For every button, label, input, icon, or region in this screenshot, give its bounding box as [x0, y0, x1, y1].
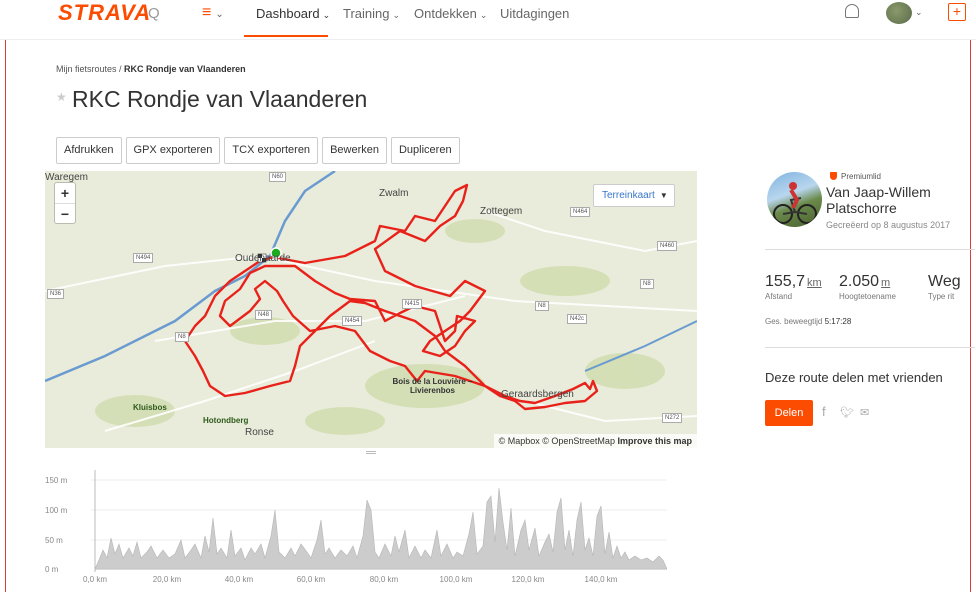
stat-ride-type: Weg Type rit: [928, 273, 961, 301]
print-button[interactable]: Afdrukken: [56, 137, 122, 164]
nav-training[interactable]: Training ⌄: [343, 6, 400, 21]
edit-button[interactable]: Bewerken: [322, 137, 387, 164]
upload-plus-button[interactable]: +: [948, 3, 966, 21]
share-heading: Deze route delen met vrienden: [765, 370, 943, 385]
user-avatar[interactable]: [886, 2, 912, 24]
breadcrumb: Mijn fietsroutes / RKC Rondje van Vlaand…: [56, 64, 246, 74]
map-place-label: Geraardsbergen: [501, 389, 574, 400]
map-layer-select[interactable]: Terreinkaart ▼: [593, 184, 675, 207]
improve-map-link[interactable]: Improve this map: [617, 436, 692, 446]
divider: [765, 249, 975, 250]
twitter-icon[interactable]: 🐦︎: [840, 406, 854, 419]
chevron-down-icon: ⌄: [392, 10, 401, 20]
star-icon[interactable]: ★: [56, 90, 67, 104]
stat-distance: 155,7 km Afstand: [765, 273, 822, 301]
athlete-avatar[interactable]: [767, 172, 822, 227]
divider: [765, 347, 975, 348]
duplicate-button[interactable]: Dupliceren: [390, 137, 460, 164]
road-number: N272: [662, 413, 683, 423]
chevron-down-icon: ⌄: [479, 10, 488, 20]
stat-elevation-gain: 2.050 m Hoogtetoename: [839, 273, 896, 301]
shield-icon: [830, 172, 837, 180]
map-place-label: Bois de la Louvière – Livierenbos: [392, 377, 473, 395]
share-button[interactable]: Delen: [765, 400, 813, 426]
map-place-label: Hotondberg: [203, 416, 249, 425]
route-map[interactable]: Zwalm Zottegem Oudenaarde Ronse Geraards…: [45, 171, 697, 448]
action-toolbar: Afdrukken GPX exporteren TCX exporteren …: [56, 137, 460, 164]
nav-dashboard[interactable]: Dashboard ⌄: [256, 6, 330, 21]
road-number: N8: [640, 279, 654, 289]
map-attribution: © Mapbox © OpenStreetMap Improve this ma…: [493, 434, 697, 448]
road-number: N8: [535, 301, 549, 311]
map-place-label: Oudenaarde: [235, 253, 291, 264]
road-number: N36: [47, 289, 65, 299]
breadcrumb-parent[interactable]: Mijn fietsroutes: [56, 64, 117, 74]
elevation-area: [94, 487, 667, 570]
road-number: N464: [570, 207, 591, 217]
elev-x-tick: 100,0 km: [440, 575, 473, 584]
elev-y-tick: 0 m: [45, 565, 59, 574]
road-number: N460: [657, 241, 678, 251]
road-number: N48: [255, 310, 273, 320]
road-number: N8: [175, 332, 189, 342]
search-icon[interactable]: Q: [148, 5, 160, 22]
notification-bell-icon[interactable]: [845, 4, 859, 18]
zoom-control: + −: [55, 183, 75, 223]
elev-x-tick: 20,0 km: [153, 575, 182, 584]
elev-x-tick: 0,0 km: [83, 575, 107, 584]
road-number: N42c: [567, 314, 588, 324]
elev-x-tick: 60,0 km: [297, 575, 326, 584]
chevron-down-icon: ⌄: [322, 10, 331, 20]
elev-x-tick: 120,0 km: [512, 575, 545, 584]
created-date: Gecreëerd op 8 augustus 2017: [826, 220, 951, 230]
caret-down-icon: ▼: [659, 191, 668, 200]
chevron-down-icon[interactable]: ⌄: [915, 7, 923, 18]
elev-x-tick: 80,0 km: [370, 575, 399, 584]
zoom-in-button[interactable]: +: [55, 183, 75, 203]
premium-badge: Premiumlid: [830, 172, 881, 181]
road-number: N494: [133, 253, 154, 263]
strava-logo[interactable]: STRAVA: [58, 2, 151, 24]
map-resize-handle[interactable]: [366, 451, 376, 454]
road-number: N415: [402, 299, 423, 309]
breadcrumb-current: RKC Rondje van Vlaanderen: [124, 64, 246, 74]
tcx-export-button[interactable]: TCX exporteren: [224, 137, 319, 164]
menu-icon[interactable]: ≡ ⌄: [202, 4, 224, 22]
moving-time: Ges. beweegtijd 5:17:28: [765, 317, 852, 326]
map-place-label: Ronse: [245, 427, 274, 438]
elevation-profile[interactable]: 150 m 100 m 50 m 0 m 0,0 km 20,0 km 40,0…: [45, 460, 667, 588]
athlete-name[interactable]: Van Jaap-Willem Platschorre: [826, 184, 966, 216]
elev-y-tick: 150 m: [45, 476, 68, 485]
elev-x-tick: 140,0 km: [585, 575, 618, 584]
elev-y-tick: 100 m: [45, 506, 68, 515]
facebook-icon[interactable]: f: [822, 404, 826, 419]
nav-uitdagingen[interactable]: Uitdagingen: [500, 6, 569, 21]
page-title: RKC Rondje van Vlaanderen: [72, 86, 368, 112]
map-place-label: Waregem: [45, 172, 88, 183]
nav-ontdekken[interactable]: Ontdekken ⌄: [414, 6, 487, 21]
top-navigation: STRAVA Q ≡ ⌄ Dashboard ⌄ Training ⌄ Ontdekk…: [0, 0, 976, 40]
map-place-label: Zottegem: [480, 206, 523, 217]
map-place-label: Zwalm: [379, 188, 409, 199]
elev-y-tick: 50 m: [45, 536, 63, 545]
active-tab-indicator: [244, 35, 328, 37]
zoom-out-button[interactable]: −: [55, 203, 75, 223]
elev-x-tick: 40,0 km: [225, 575, 254, 584]
map-place-label: Kluisbos: [133, 403, 167, 412]
gpx-export-button[interactable]: GPX exporteren: [125, 137, 221, 164]
road-number: N60: [269, 172, 287, 182]
road-number: N454: [342, 316, 363, 326]
email-icon[interactable]: ✉: [860, 406, 869, 419]
